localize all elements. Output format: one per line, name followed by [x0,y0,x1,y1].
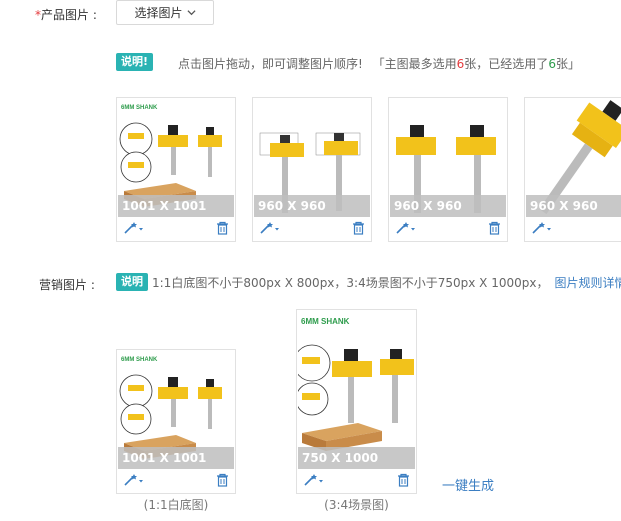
thumb-title: 6MM SHANK [301,317,350,326]
product-image-card[interactable]: 960 X 960 [388,97,508,242]
select-images-button[interactable]: 选择图片 [116,0,214,25]
marketing-tip-badge: 说明 [116,273,148,291]
image-dimension: 1001 X 1001 [118,447,234,469]
product-images-label: *产品图片 : [35,6,97,23]
image-toolbar [253,217,371,241]
marketing-tip-text: 1:1白底图不小于800px X 800px，3:4场景图不小于750px X … [152,274,621,291]
trash-icon[interactable] [488,221,501,238]
magic-wand-icon[interactable] [123,473,145,490]
product-thumbnail[interactable]: 960 X 960 [254,99,370,217]
marketing-thumbnail[interactable]: 6MM SHANK 750 X 1000 [298,311,415,469]
image-dimension: 960 X 960 [254,195,370,217]
trash-icon[interactable] [216,221,229,238]
product-tip-badge: 说明! [116,53,154,71]
image-toolbar [389,217,507,241]
one-click-generate-link[interactable]: 一键生成 [442,475,494,494]
square-image-caption: (1:1白底图) [143,498,209,512]
image-dimension: 750 X 1000 [298,447,415,469]
chevron-down-icon [186,10,196,16]
magic-wand-icon[interactable] [303,473,325,490]
marketing-size-requirement: 1:1白底图不小于800px X 800px，3:4场景图不小于750px X … [152,276,549,290]
trash-icon[interactable] [397,473,410,490]
product-image-card[interactable]: 960 X 960 [252,97,372,242]
image-dimension: 960 X 960 [526,195,621,217]
product-thumbnail[interactable]: 6MM SHANK 1001 X 1001 [118,99,234,217]
limit-mid: 张，已经选用了 [464,57,549,71]
image-toolbar [297,469,416,493]
magic-wand-icon[interactable] [259,221,281,238]
product-image-card[interactable]: 6MM SHANK 1001 X 1001 [116,97,236,242]
trash-icon[interactable] [216,473,229,490]
select-images-label: 选择图片 [134,6,183,20]
trash-icon[interactable] [352,221,365,238]
product-images-label-text: 产品图片 : [41,8,97,22]
thumb-title: 6MM SHANK [121,105,158,111]
image-rules-link[interactable]: 图片规则详情 [554,276,621,290]
product-tip-text: 点击图片拖动，即可调整图片顺序! 「主图最多选用6张，已经选用了6张」 [178,55,580,72]
marketing-images-label: 营销图片 : [39,278,95,292]
magic-wand-icon[interactable] [395,221,417,238]
image-limit-note: 「主图最多选用6张，已经选用了6张」 [373,57,580,71]
image-toolbar [525,217,621,241]
image-toolbar [117,469,235,493]
drag-tip: 点击图片拖动，即可调整图片顺序! [178,57,363,71]
limit-prefix: 「主图最多选用 [372,57,457,71]
image-toolbar [117,217,235,241]
marketing-image-card-square[interactable]: 6MM SHANK 1001 X 1001 [116,349,236,494]
marketing-thumbnail[interactable]: 6MM SHANK 1001 X 1001 [118,351,234,469]
product-image-card[interactable]: 960 X 960 [524,97,621,242]
limit-suffix: 张」 [555,57,580,71]
thumb-title: 6MM SHANK [121,357,158,363]
image-dimension: 960 X 960 [390,195,506,217]
magic-wand-icon[interactable] [123,221,145,238]
portrait-image-caption: (3:4场景图) [324,498,389,512]
marketing-image-card-portrait[interactable]: 6MM SHANK 750 X 1000 [296,309,417,494]
limit-used-count: 6 [548,57,556,71]
router-bit-thumbnail: 6MM SHANK [298,317,414,451]
product-thumbnail[interactable]: 960 X 960 [390,99,506,217]
product-thumbnail[interactable]: 960 X 960 [526,99,621,217]
magic-wand-icon[interactable] [531,221,553,238]
image-dimension: 1001 X 1001 [118,195,234,217]
